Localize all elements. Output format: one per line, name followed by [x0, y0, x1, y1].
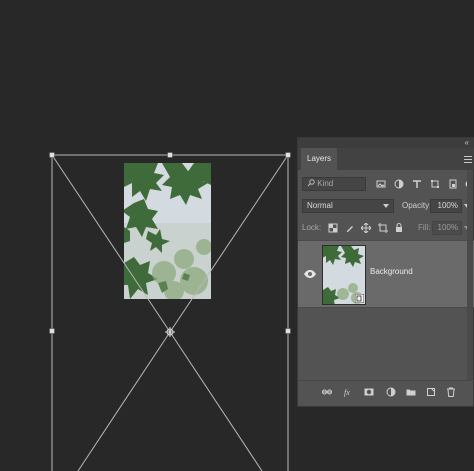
lock-row: Lock: Fill: 100% — [298, 218, 474, 238]
layers-scrollbar[interactable] — [467, 170, 473, 380]
blend-mode-value: Normal — [307, 201, 333, 210]
search-icon — [307, 179, 315, 187]
opacity-label: Opacity: — [402, 201, 432, 210]
layer-row-background[interactable]: Background — [298, 240, 474, 308]
link-layers-icon[interactable] — [322, 387, 332, 397]
new-layer-icon[interactable] — [426, 387, 436, 397]
panel-menu-icon[interactable] — [464, 156, 472, 163]
filter-kind-select[interactable]: Kind — [302, 177, 366, 191]
layer-mask-icon[interactable] — [364, 387, 374, 397]
trash-icon[interactable] — [446, 387, 456, 397]
adjustment-filter-icon[interactable] — [394, 179, 404, 189]
lock-artboard-icon[interactable] — [378, 223, 388, 233]
smart-object-badge-icon — [355, 294, 364, 303]
type-filter-icon[interactable] — [412, 179, 422, 189]
reference-point-icon — [165, 327, 175, 337]
fill-field[interactable]: 100% — [432, 221, 462, 235]
layer-name: Background — [370, 267, 413, 276]
layers-panel: « Layers Kind Normal Opacity: 100% Lock: — [297, 137, 474, 407]
layers-footer: fx — [298, 380, 474, 403]
layer-thumbnail — [322, 245, 366, 305]
visibility-eye-icon[interactable] — [304, 270, 316, 278]
chevron-down-icon — [383, 204, 389, 208]
blend-row: Normal Opacity: 100% — [298, 196, 474, 216]
svg-text:fx: fx — [344, 388, 350, 397]
filter-kind-value: Kind — [317, 179, 334, 188]
group-folder-icon[interactable] — [406, 387, 416, 397]
lock-all-icon[interactable] — [394, 223, 404, 233]
lock-image-pixels-icon[interactable] — [345, 223, 355, 233]
fill-label: Fill: — [418, 223, 431, 232]
adjustment-layer-icon[interactable] — [386, 387, 396, 397]
shape-filter-icon[interactable] — [430, 179, 440, 189]
filter-row: Kind — [298, 174, 474, 194]
fx-icon[interactable]: fx — [344, 387, 354, 397]
image-filter-icon[interactable] — [376, 179, 386, 189]
blend-mode-select[interactable]: Normal — [302, 199, 394, 213]
smart-object-filter-icon[interactable] — [448, 179, 458, 189]
opacity-field[interactable]: 100% — [430, 199, 462, 213]
panel-header: « — [298, 138, 474, 148]
tab-layers[interactable]: Layers — [301, 148, 338, 170]
lock-transparent-pixels-icon[interactable] — [328, 223, 338, 233]
lock-position-icon[interactable] — [361, 223, 371, 233]
collapse-panel-button[interactable]: « — [465, 138, 469, 148]
lock-label: Lock: — [302, 223, 322, 232]
panel-tabbar: Layers — [298, 148, 474, 170]
